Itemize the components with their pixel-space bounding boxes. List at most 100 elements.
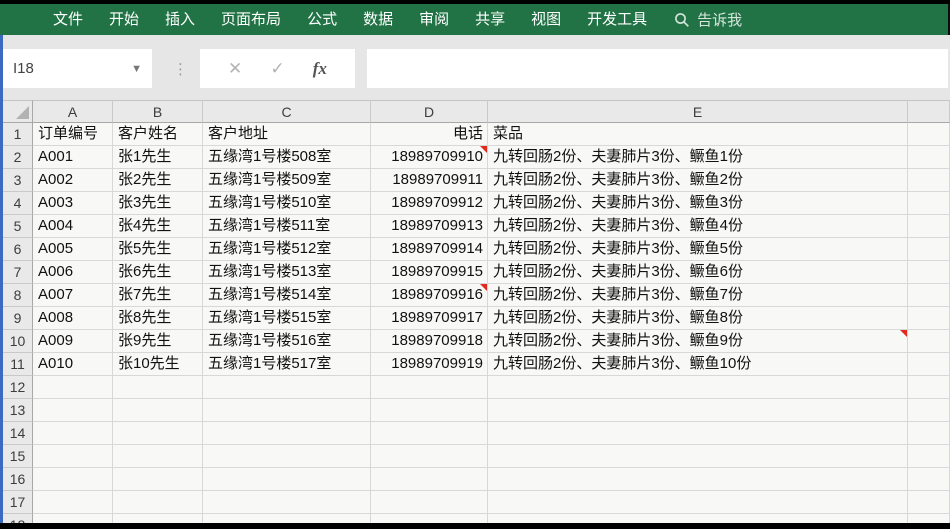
ribbon-tab-review[interactable]: 审阅 <box>406 4 462 35</box>
row-header-10[interactable]: 10 <box>3 330 33 353</box>
cell-F9[interactable] <box>908 307 950 330</box>
cell-F6[interactable] <box>908 238 950 261</box>
cell-C6[interactable]: 五缘湾1号楼512室 <box>203 238 371 261</box>
row-header-2[interactable]: 2 <box>3 146 33 169</box>
cell-F11[interactable] <box>908 353 950 376</box>
cell-C11[interactable]: 五缘湾1号楼517室 <box>203 353 371 376</box>
cell-D3[interactable]: 18989709911 <box>371 169 488 192</box>
cell-F12[interactable] <box>908 376 950 399</box>
cell-A13[interactable] <box>33 399 113 422</box>
cell-B11[interactable]: 张10先生 <box>113 353 203 376</box>
select-all-corner[interactable] <box>3 100 33 123</box>
cell-F3[interactable] <box>908 169 950 192</box>
cell-E10[interactable]: 九转回肠2份、夫妻肺片3份、鳜鱼9份 <box>488 330 908 353</box>
cell-C8[interactable]: 五缘湾1号楼514室 <box>203 284 371 307</box>
row-header-9[interactable]: 9 <box>3 307 33 330</box>
enter-icon[interactable]: ✓ <box>270 59 284 79</box>
cell-F14[interactable] <box>908 422 950 445</box>
cell-B6[interactable]: 张5先生 <box>113 238 203 261</box>
cell-C10[interactable]: 五缘湾1号楼516室 <box>203 330 371 353</box>
cell-C15[interactable] <box>203 445 371 468</box>
cell-C4[interactable]: 五缘湾1号楼510室 <box>203 192 371 215</box>
row-header-8[interactable]: 8 <box>3 284 33 307</box>
cell-D15[interactable] <box>371 445 488 468</box>
cell-E8[interactable]: 九转回肠2份、夫妻肺片3份、鳜鱼7份 <box>488 284 908 307</box>
cell-D6[interactable]: 18989709914 <box>371 238 488 261</box>
cell-E2[interactable]: 九转回肠2份、夫妻肺片3份、鳜鱼1份 <box>488 146 908 169</box>
cell-A4[interactable]: A003 <box>33 192 113 215</box>
cell-B12[interactable] <box>113 376 203 399</box>
cell-A9[interactable]: A008 <box>33 307 113 330</box>
cell-E16[interactable] <box>488 468 908 491</box>
cell-A10[interactable]: A009 <box>33 330 113 353</box>
ribbon-tab-file[interactable]: 文件 <box>40 4 96 35</box>
cell-D4[interactable]: 18989709912 <box>371 192 488 215</box>
cell-A11[interactable]: A010 <box>33 353 113 376</box>
cell-C2[interactable]: 五缘湾1号楼508室 <box>203 146 371 169</box>
cell-F1[interactable] <box>908 123 950 146</box>
cell-D1[interactable]: 电话 <box>371 123 488 146</box>
cell-C1[interactable]: 客户地址 <box>203 123 371 146</box>
cell-B1[interactable]: 客户姓名 <box>113 123 203 146</box>
cell-E3[interactable]: 九转回肠2份、夫妻肺片3份、鳜鱼2份 <box>488 169 908 192</box>
cell-C14[interactable] <box>203 422 371 445</box>
cell-E12[interactable] <box>488 376 908 399</box>
ribbon-tab-formulas[interactable]: 公式 <box>294 4 350 35</box>
cell-D17[interactable] <box>371 491 488 514</box>
row-header-17[interactable]: 17 <box>3 491 33 514</box>
tell-me-button[interactable]: 告诉我 <box>674 9 742 30</box>
cell-F18[interactable] <box>908 514 950 523</box>
row-header-4[interactable]: 4 <box>3 192 33 215</box>
cell-D14[interactable] <box>371 422 488 445</box>
cell-D18[interactable] <box>371 514 488 523</box>
cell-D11[interactable]: 18989709919 <box>371 353 488 376</box>
cell-B7[interactable]: 张6先生 <box>113 261 203 284</box>
row-header-1[interactable]: 1 <box>3 123 33 146</box>
ribbon-tab-data[interactable]: 数据 <box>350 4 406 35</box>
cell-A14[interactable] <box>33 422 113 445</box>
cell-C3[interactable]: 五缘湾1号楼509室 <box>203 169 371 192</box>
cell-A18[interactable] <box>33 514 113 523</box>
row-header-5[interactable]: 5 <box>3 215 33 238</box>
col-header-stub[interactable] <box>908 100 950 123</box>
col-header-A[interactable]: A <box>33 100 113 123</box>
cell-B4[interactable]: 张3先生 <box>113 192 203 215</box>
cell-D9[interactable]: 18989709917 <box>371 307 488 330</box>
cell-A2[interactable]: A001 <box>33 146 113 169</box>
cell-E7[interactable]: 九转回肠2份、夫妻肺片3份、鳜鱼6份 <box>488 261 908 284</box>
insert-function-icon[interactable]: fx <box>313 59 327 79</box>
cell-B9[interactable]: 张8先生 <box>113 307 203 330</box>
cell-D10[interactable]: 18989709918 <box>371 330 488 353</box>
cell-B8[interactable]: 张7先生 <box>113 284 203 307</box>
cell-E5[interactable]: 九转回肠2份、夫妻肺片3份、鳜鱼4份 <box>488 215 908 238</box>
cell-E13[interactable] <box>488 399 908 422</box>
col-header-E[interactable]: E <box>488 100 908 123</box>
ribbon-tab-view[interactable]: 视图 <box>518 4 574 35</box>
cell-E18[interactable] <box>488 514 908 523</box>
formula-bar-input[interactable] <box>367 49 948 88</box>
cell-C12[interactable] <box>203 376 371 399</box>
row-header-3[interactable]: 3 <box>3 169 33 192</box>
cell-F8[interactable] <box>908 284 950 307</box>
cell-B2[interactable]: 张1先生 <box>113 146 203 169</box>
row-header-13[interactable]: 13 <box>3 399 33 422</box>
cell-B18[interactable] <box>113 514 203 523</box>
cell-D5[interactable]: 18989709913 <box>371 215 488 238</box>
cell-D12[interactable] <box>371 376 488 399</box>
row-header-12[interactable]: 12 <box>3 376 33 399</box>
col-header-C[interactable]: C <box>203 100 371 123</box>
cell-A3[interactable]: A002 <box>33 169 113 192</box>
ribbon-tab-page-layout[interactable]: 页面布局 <box>208 4 294 35</box>
row-header-7[interactable]: 7 <box>3 261 33 284</box>
cell-C9[interactable]: 五缘湾1号楼515室 <box>203 307 371 330</box>
cell-E15[interactable] <box>488 445 908 468</box>
cancel-icon[interactable]: ✕ <box>228 59 242 79</box>
cell-D8[interactable]: 18989709916 <box>371 284 488 307</box>
cell-A8[interactable]: A007 <box>33 284 113 307</box>
cell-C16[interactable] <box>203 468 371 491</box>
cell-E17[interactable] <box>488 491 908 514</box>
cell-D2[interactable]: 18989709910 <box>371 146 488 169</box>
cell-E9[interactable]: 九转回肠2份、夫妻肺片3份、鳜鱼8份 <box>488 307 908 330</box>
cell-F5[interactable] <box>908 215 950 238</box>
row-header-6[interactable]: 6 <box>3 238 33 261</box>
